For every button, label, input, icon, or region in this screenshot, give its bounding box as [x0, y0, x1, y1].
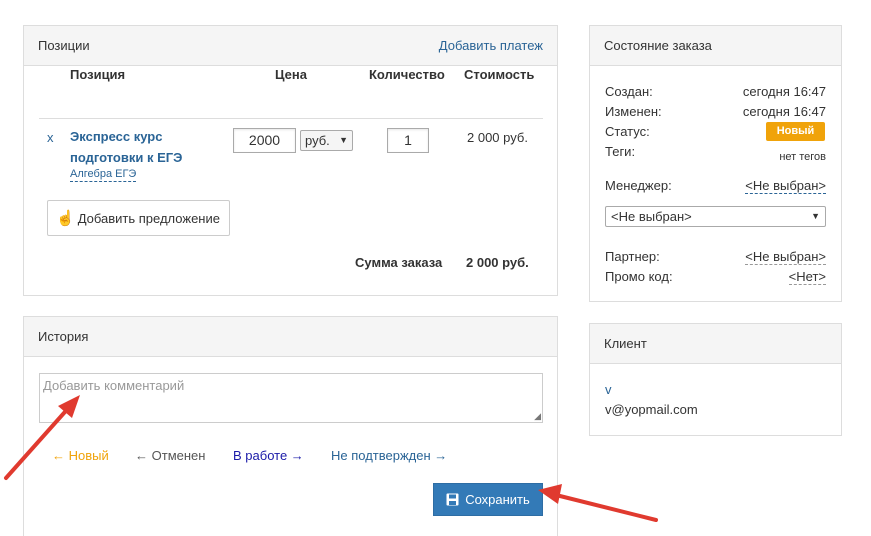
arrow-right-icon: →	[434, 448, 448, 463]
add-payment-link[interactable]: Добавить платеж	[439, 38, 543, 53]
save-button[interactable]: Сохранить	[433, 483, 543, 516]
client-email: v@yopmail.com	[605, 402, 698, 417]
status-in-progress-link[interactable]: В работе →	[233, 448, 304, 463]
manager-link[interactable]: <Не выбран>	[745, 178, 826, 194]
client-title: Клиент	[604, 336, 647, 351]
created-label: Создан:	[605, 84, 653, 99]
tags-label: Теги:	[605, 144, 636, 159]
modified-value: сегодня 16:47	[742, 104, 826, 119]
status-cancelled-link[interactable]: ← Отменен	[135, 448, 205, 463]
floppy-disk-icon	[446, 493, 459, 506]
column-header-quantity: Количество	[369, 67, 445, 82]
arrow-left-icon: ←	[135, 448, 148, 463]
add-offer-button[interactable]: ☝ Добавить предложение	[47, 200, 230, 236]
remove-item-button[interactable]: x	[47, 130, 54, 145]
arrow-right-icon: →	[290, 448, 304, 463]
created-value: сегодня 16:47	[742, 84, 826, 99]
item-cost: 2 000 руб.	[467, 130, 528, 145]
status-new-link[interactable]: ← Новый	[52, 448, 109, 463]
history-title: История	[38, 329, 89, 344]
status-label: Статус:	[605, 124, 650, 139]
status-new-label: Новый	[68, 448, 109, 463]
partner-label: Партнер:	[605, 249, 660, 264]
status-in-progress-label: В работе	[233, 448, 288, 463]
positions-title: Позиции	[38, 38, 90, 53]
modified-label: Изменен:	[605, 104, 662, 119]
order-state-header: Состояние заказа	[590, 26, 841, 66]
quantity-input[interactable]: 1	[387, 128, 429, 153]
add-offer-label: Добавить предложение	[77, 210, 220, 226]
manager-label: Менеджер:	[605, 178, 672, 193]
partner-link[interactable]: <Не выбран>	[745, 249, 826, 265]
resize-handle-icon[interactable]: ◢	[534, 411, 541, 422]
client-header: Клиент	[590, 324, 841, 364]
status-badge: Новый	[766, 122, 825, 141]
item-name-line2[interactable]: подготовки к ЕГЭ	[70, 150, 182, 165]
client-panel: Клиент	[589, 323, 842, 436]
status-unconfirmed-link[interactable]: Не подтвержден →	[331, 448, 447, 463]
status-cancelled-label: Отменен	[151, 448, 206, 463]
column-header-price: Цена	[275, 67, 307, 82]
history-header: История	[24, 317, 557, 357]
manager-select[interactable]: <Не выбран> ▼	[605, 206, 826, 227]
currency-select[interactable]: руб. ▼	[300, 130, 353, 151]
currency-select-value: руб.	[305, 133, 330, 148]
item-category-link[interactable]: Алгебра ЕГЭ	[70, 167, 137, 182]
chevron-down-icon: ▼	[339, 135, 348, 145]
manager-select-value: <Не выбран>	[611, 209, 692, 224]
table-header-divider	[39, 118, 543, 119]
positions-header: Позиции Добавить платеж	[24, 26, 557, 66]
column-header-position: Позиция	[70, 67, 126, 82]
arrow-left-icon: ←	[52, 448, 65, 463]
order-total-label: Сумма заказа	[355, 255, 443, 270]
price-input[interactable]: 2000	[233, 128, 296, 153]
column-header-cost: Стоимость	[464, 67, 535, 82]
client-name-link[interactable]: v	[605, 382, 612, 397]
promo-label: Промо код:	[605, 269, 673, 284]
item-name-line1[interactable]: Экспресс курс	[70, 129, 162, 144]
comment-placeholder: Добавить комментарий	[43, 378, 185, 393]
hand-pointer-icon: ☝	[56, 210, 75, 227]
order-state-title: Состояние заказа	[604, 38, 712, 53]
status-unconfirmed-label: Не подтвержден	[331, 448, 431, 463]
comment-textarea[interactable]: Добавить комментарий ◢	[39, 373, 543, 423]
tags-value: нет тегов	[779, 151, 826, 163]
chevron-down-icon: ▼	[811, 211, 820, 221]
promo-link[interactable]: <Нет>	[788, 269, 826, 285]
save-label: Сохранить	[465, 492, 530, 507]
order-total-value: 2 000 руб.	[466, 255, 529, 270]
